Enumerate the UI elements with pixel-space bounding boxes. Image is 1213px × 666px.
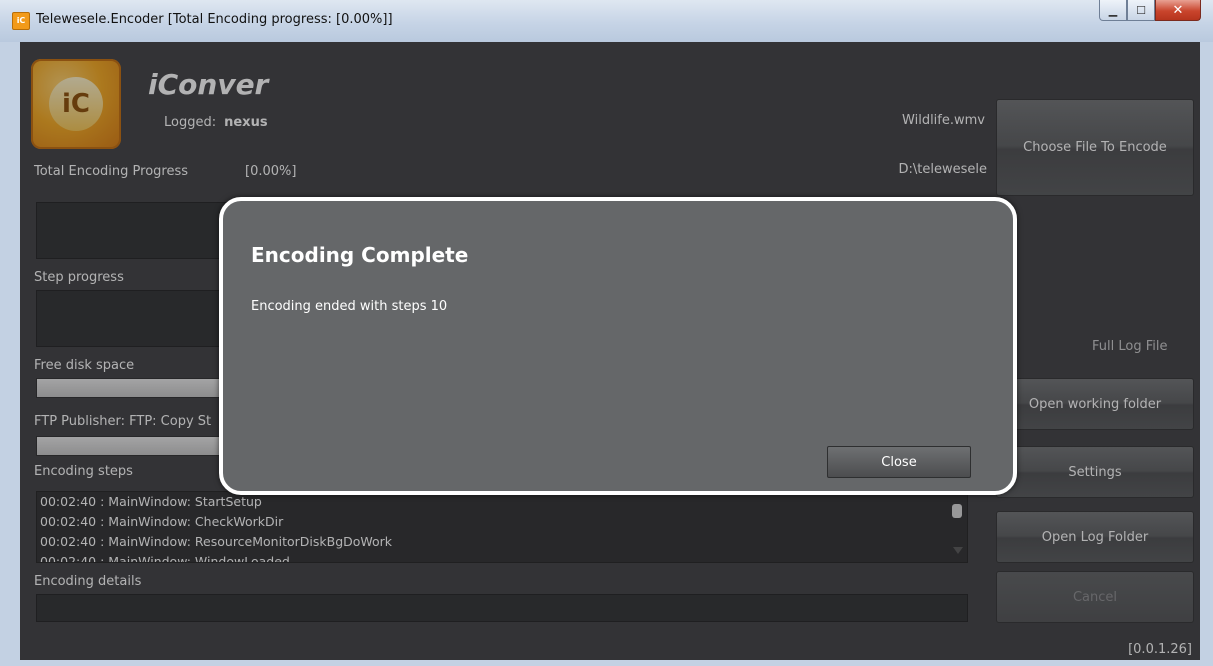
window-frame-left [0,42,20,666]
dialog-title: Encoding Complete [251,243,469,267]
minimize-icon: ▁ [1108,3,1118,17]
dialog-close-button[interactable]: Close [827,446,971,478]
dialog-message: Encoding ended with steps 10 [251,299,448,314]
window-controls: ▁ ☐ ✕ [1099,0,1201,22]
close-window-button[interactable]: ✕ [1155,0,1201,21]
app-icon: iC [12,12,30,30]
maximize-icon: ☐ [1136,3,1146,17]
window-frame-bottom [0,660,1213,666]
close-icon: ✕ [1172,2,1184,18]
window-frame-right [1200,42,1213,666]
title-bar: iC Telewesele.Encoder [Total Encoding pr… [0,0,1213,43]
minimize-button[interactable]: ▁ [1099,0,1127,21]
window-title: Telewesele.Encoder [Total Encoding progr… [36,12,393,27]
encoding-complete-dialog: Encoding Complete Encoding ended with st… [219,197,1017,495]
maximize-button[interactable]: ☐ [1127,0,1155,21]
